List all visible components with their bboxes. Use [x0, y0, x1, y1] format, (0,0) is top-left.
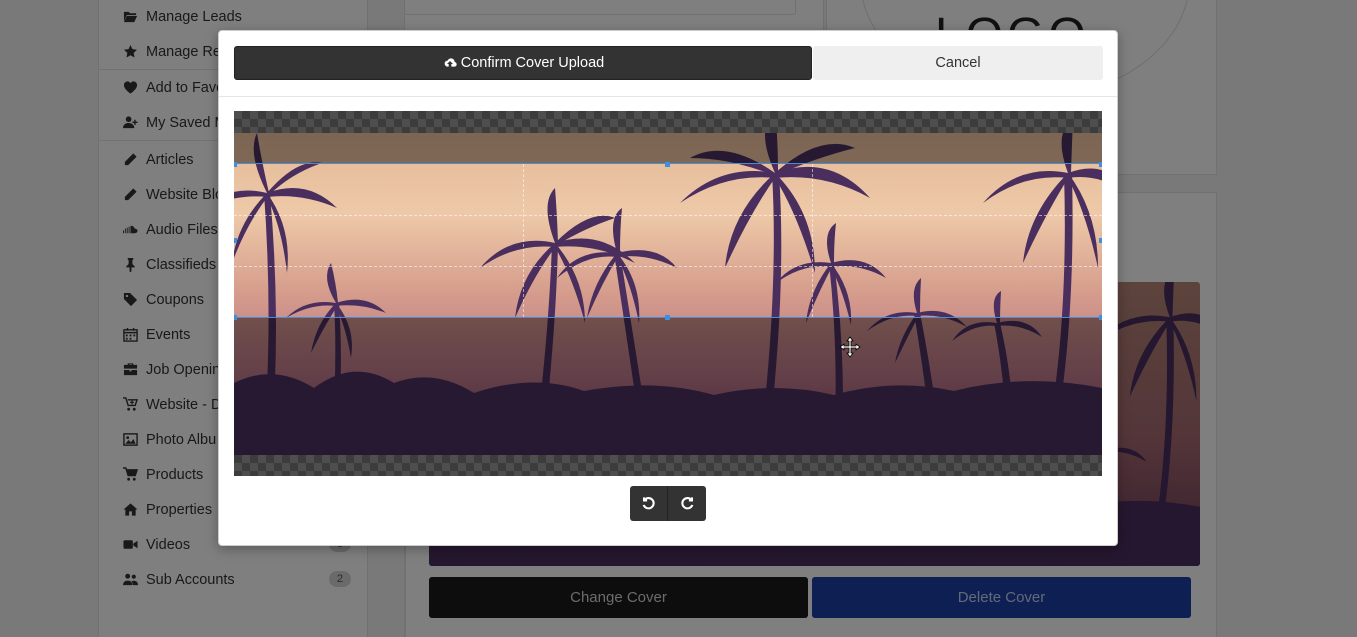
crop-guide-line: [523, 164, 524, 317]
crop-guide-line: [812, 164, 813, 317]
crop-handle-n[interactable]: [665, 162, 670, 167]
crop-handle-e[interactable]: [1099, 238, 1102, 243]
image-cropper[interactable]: [234, 111, 1102, 476]
cover-upload-modal: Confirm Cover Upload Cancel: [218, 30, 1118, 546]
cloud-upload-icon: [444, 58, 457, 67]
cancel-button[interactable]: Cancel: [813, 46, 1103, 80]
move-cursor-icon: [839, 336, 861, 358]
rotate-right-button[interactable]: [668, 486, 706, 521]
crop-guide-line: [234, 215, 1102, 216]
crop-guide-line: [234, 266, 1102, 267]
crop-handle-nw[interactable]: [234, 162, 237, 167]
rotate-left-button[interactable]: [630, 486, 668, 521]
rotate-left-icon: [642, 497, 655, 510]
crop-handle-sw[interactable]: [234, 315, 237, 320]
rotate-right-icon: [680, 497, 693, 510]
crop-handle-w[interactable]: [234, 238, 237, 243]
confirm-label: Confirm Cover Upload: [460, 55, 605, 71]
crop-handle-ne[interactable]: [1099, 162, 1102, 167]
crop-handle-s[interactable]: [665, 315, 670, 320]
crop-handle-se[interactable]: [1099, 315, 1102, 320]
crop-selection-image: [234, 164, 1102, 317]
modal-header: Confirm Cover Upload Cancel: [219, 31, 1117, 97]
rotate-button-group: [630, 486, 706, 521]
confirm-cover-upload-button[interactable]: Confirm Cover Upload: [234, 46, 812, 80]
crop-selection-box[interactable]: [234, 163, 1102, 318]
